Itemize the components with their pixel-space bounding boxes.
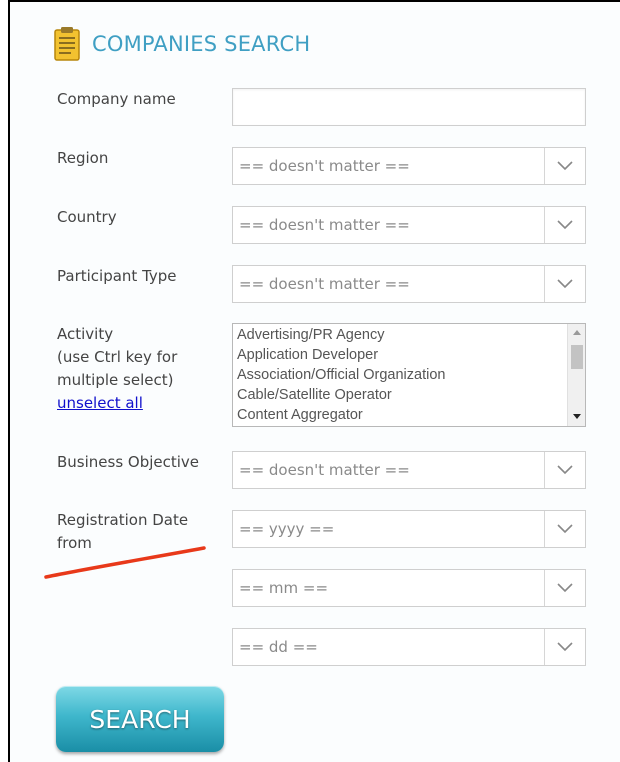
red-annotation-line: [44, 546, 206, 579]
search-button[interactable]: SEARCH: [56, 686, 224, 752]
